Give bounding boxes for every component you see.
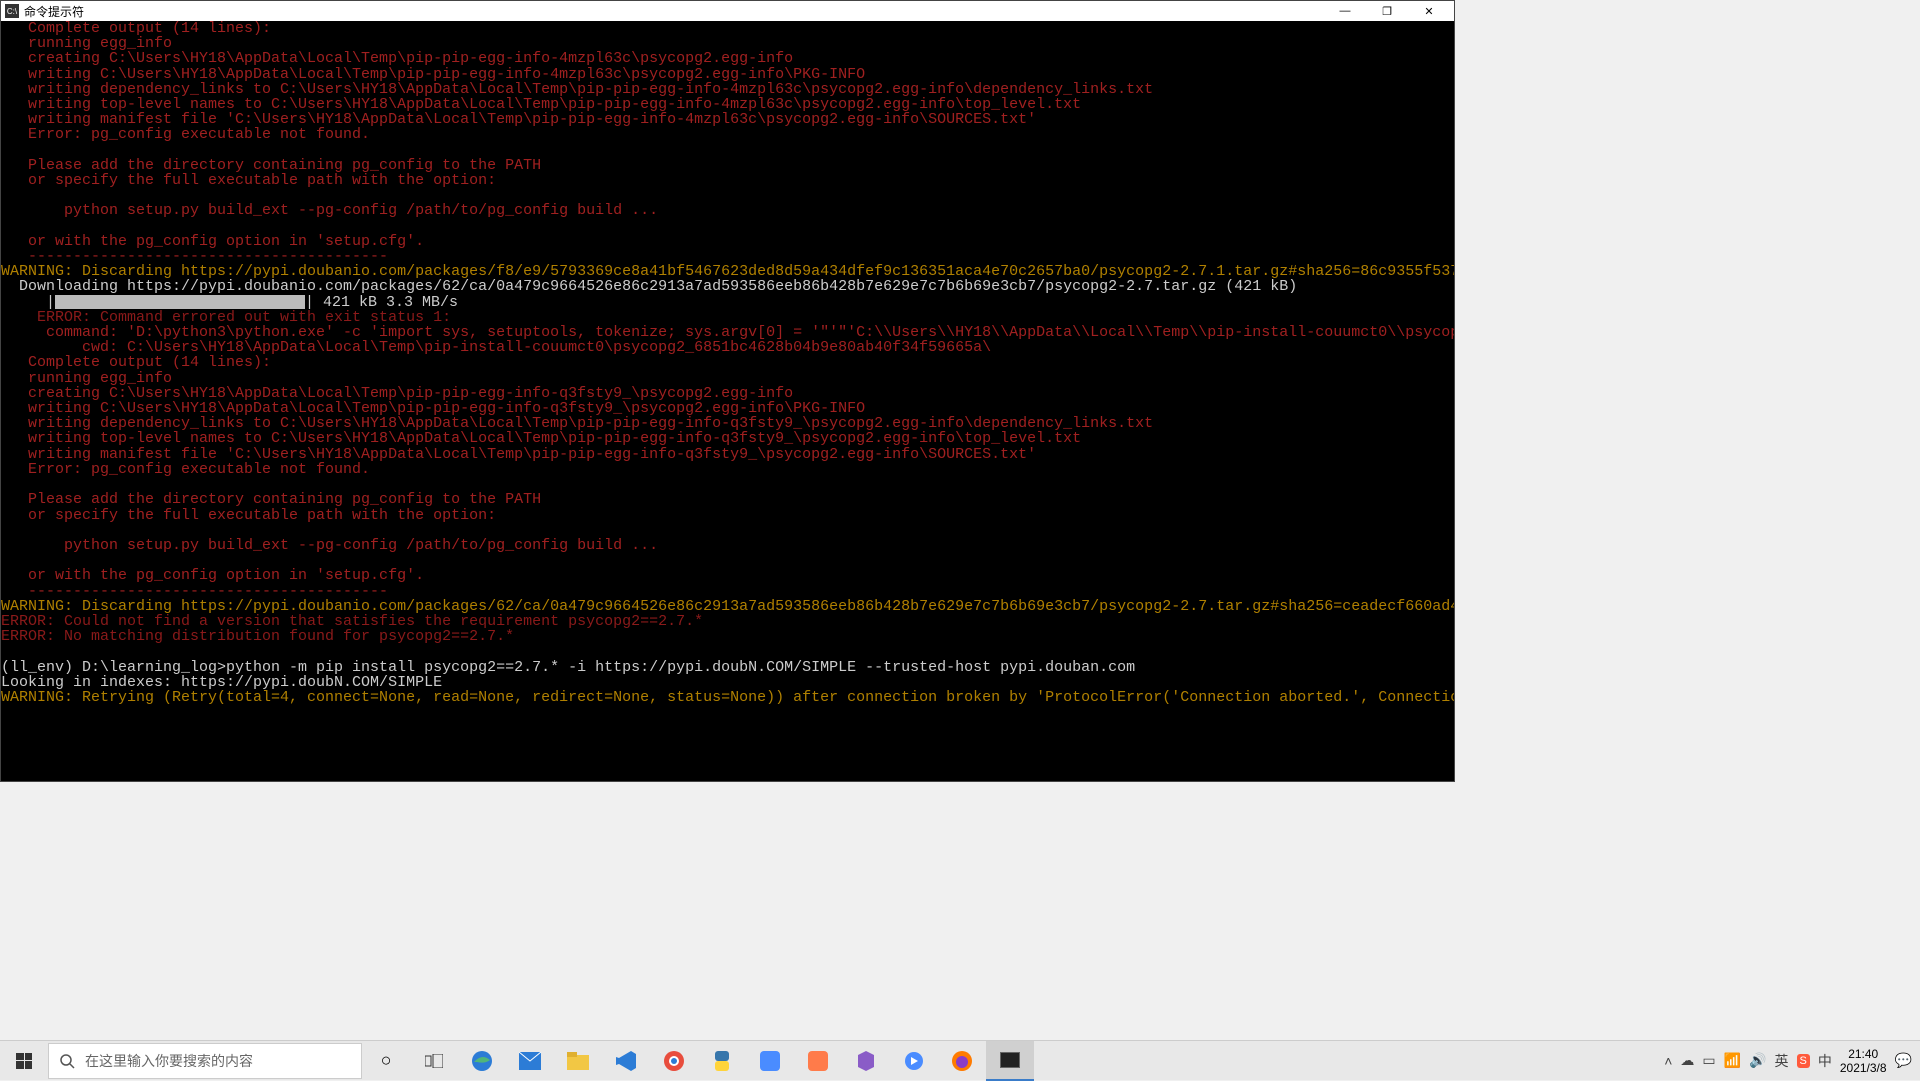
firefox-button[interactable]	[938, 1041, 986, 1081]
firefox-icon	[952, 1051, 972, 1071]
vs-icon	[856, 1051, 876, 1071]
chrome-button[interactable]	[650, 1041, 698, 1081]
search-icon	[59, 1053, 75, 1069]
cortana-button[interactable]: ○	[362, 1041, 410, 1081]
wifi-icon[interactable]: 📶	[1724, 1052, 1741, 1069]
close-button[interactable]: ✕	[1408, 1, 1450, 21]
python-icon	[712, 1051, 732, 1071]
time: 21:40	[1840, 1047, 1887, 1061]
circle-icon	[904, 1051, 924, 1071]
app1-button[interactable]	[746, 1041, 794, 1081]
edge-button[interactable]	[458, 1041, 506, 1081]
command-prompt-window: C:\ 命令提示符 — ❐ ✕ Complete output (14 line…	[0, 0, 1455, 782]
task-view-icon	[425, 1054, 443, 1068]
onedrive-icon[interactable]: ☁	[1680, 1052, 1694, 1069]
app2-button[interactable]	[794, 1041, 842, 1081]
minimize-button[interactable]: —	[1324, 1, 1366, 21]
vs-button[interactable]	[842, 1041, 890, 1081]
vscode-icon	[616, 1051, 636, 1071]
taskbar: 在这里输入你要搜索的内容 ○ ˄ ☁ ▭ 📶 🔊 英 S 中 21:40 202…	[0, 1040, 1920, 1080]
app1-icon	[760, 1051, 780, 1071]
chrome-icon	[664, 1051, 684, 1071]
maximize-button[interactable]: ❐	[1366, 1, 1408, 21]
folder-icon	[567, 1052, 589, 1070]
explorer-button[interactable]	[554, 1041, 602, 1081]
ime2-icon[interactable]: 中	[1818, 1051, 1832, 1071]
volume-icon[interactable]: 🔊	[1749, 1052, 1766, 1069]
windows-logo-icon	[16, 1053, 32, 1069]
window-title: 命令提示符	[24, 3, 1324, 20]
date: 2021/3/8	[1840, 1061, 1887, 1075]
mail-icon	[519, 1052, 541, 1070]
search-placeholder: 在这里输入你要搜索的内容	[85, 1051, 253, 1071]
cmd-taskbar-icon	[1000, 1052, 1020, 1068]
tray-chevron-icon[interactable]: ˄	[1664, 1053, 1672, 1069]
app3-button[interactable]	[890, 1041, 938, 1081]
edge-icon	[471, 1050, 493, 1072]
system-tray: ˄ ☁ ▭ 📶 🔊 英 S 中 21:40 2021/3/8 💬	[1664, 1047, 1920, 1075]
clock[interactable]: 21:40 2021/3/8	[1840, 1047, 1887, 1075]
vscode-button[interactable]	[602, 1041, 650, 1081]
app2-icon	[808, 1051, 828, 1071]
ime-icon[interactable]: 英	[1775, 1051, 1789, 1071]
titlebar[interactable]: C:\ 命令提示符 — ❐ ✕	[1, 1, 1454, 21]
sogou-icon[interactable]: S	[1797, 1054, 1810, 1068]
search-box[interactable]: 在这里输入你要搜索的内容	[48, 1043, 362, 1079]
python-button[interactable]	[698, 1041, 746, 1081]
cmd-taskbar-button[interactable]	[986, 1041, 1034, 1081]
mail-button[interactable]	[506, 1041, 554, 1081]
cmd-icon: C:\	[5, 4, 19, 18]
notifications-icon[interactable]: 💬	[1895, 1052, 1912, 1069]
start-button[interactable]	[0, 1041, 48, 1081]
terminal-content[interactable]: Complete output (14 lines): running egg_…	[1, 21, 1454, 781]
battery-icon[interactable]: ▭	[1702, 1052, 1715, 1069]
task-view-button[interactable]	[410, 1041, 458, 1081]
